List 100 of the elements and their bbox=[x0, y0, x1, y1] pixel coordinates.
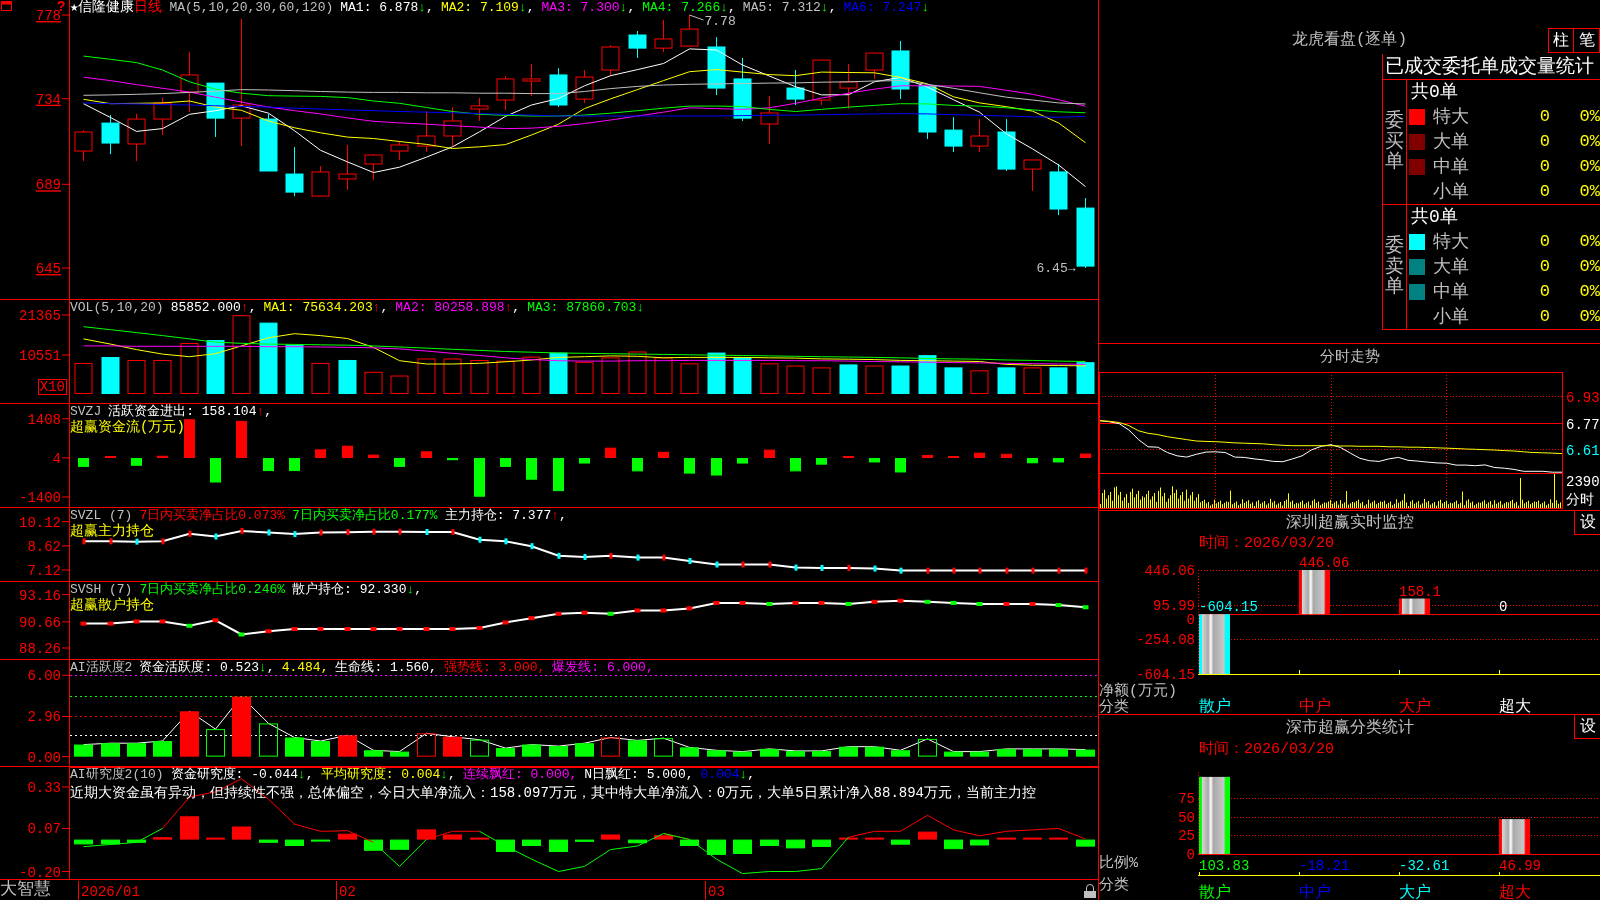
volume-scale-label: 2390 bbox=[1566, 474, 1600, 490]
order-size-label: 中单 bbox=[1432, 156, 1469, 177]
fund-flow-bar bbox=[1053, 458, 1064, 463]
order-share: 0% bbox=[1579, 156, 1600, 177]
order-count: 0 bbox=[1539, 256, 1550, 277]
view-mode-button[interactable]: 笔 bbox=[1574, 28, 1600, 53]
order-share: 0% bbox=[1579, 281, 1600, 302]
indicator-name: SVSH (7) bbox=[70, 582, 133, 597]
point-marker bbox=[952, 567, 956, 574]
research-bar bbox=[338, 833, 357, 840]
candlestick bbox=[1076, 197, 1095, 269]
trend-arrow: ↓, bbox=[619, 0, 636, 15]
indicator-value: MA1: 75634.203 bbox=[263, 300, 373, 315]
candlestick bbox=[891, 40, 910, 100]
trend-arrow: ↓, bbox=[820, 0, 837, 15]
category-bar bbox=[1199, 614, 1230, 674]
candlestick bbox=[417, 110, 436, 153]
order-total: 共0单 bbox=[1411, 207, 1458, 227]
point-marker bbox=[344, 627, 351, 632]
point-marker bbox=[873, 565, 877, 572]
research-bar bbox=[74, 839, 93, 845]
axis-label: 645 bbox=[35, 261, 61, 277]
window-icon[interactable] bbox=[1, 1, 12, 11]
research-bar bbox=[180, 816, 199, 840]
fund-flow-bar bbox=[289, 458, 300, 472]
point-marker bbox=[636, 554, 640, 561]
fund-flow-bar bbox=[236, 420, 247, 458]
fund-flow-bar bbox=[342, 445, 353, 458]
candlestick bbox=[180, 51, 199, 113]
group-label: 委卖单 bbox=[1385, 235, 1404, 299]
candlestick bbox=[311, 165, 330, 197]
fund-flow-bar bbox=[210, 458, 221, 483]
research-bar bbox=[575, 839, 594, 842]
candlestick bbox=[680, 14, 699, 47]
fund-flow-bar bbox=[78, 458, 89, 467]
point-marker bbox=[660, 608, 667, 613]
point-marker bbox=[370, 627, 377, 632]
category-bar bbox=[1399, 598, 1430, 615]
value-label: -32.61 bbox=[1399, 858, 1450, 874]
axis-label: 50 bbox=[1178, 809, 1195, 826]
research-bar bbox=[311, 839, 330, 842]
axis-title: 分类 bbox=[1099, 877, 1129, 894]
value-label: -604.15 bbox=[1199, 599, 1258, 616]
order-share: 0% bbox=[1579, 181, 1600, 202]
indicator-value: MA2: 80258.898 bbox=[395, 300, 505, 315]
axis-label: 21365 bbox=[19, 308, 61, 324]
point-marker bbox=[396, 627, 403, 632]
order-size-label: 中单 bbox=[1432, 281, 1469, 302]
trend-arrow: ↑, bbox=[240, 300, 257, 315]
price-annotation: 6.45→ bbox=[1036, 261, 1076, 276]
settings-button[interactable]: 设 bbox=[1574, 511, 1600, 535]
order-share: 0% bbox=[1579, 306, 1600, 327]
point-marker bbox=[741, 561, 745, 568]
point-marker bbox=[346, 529, 350, 536]
point-marker bbox=[425, 529, 429, 535]
indicator-value: 7日内买卖净占比0.177% bbox=[292, 508, 438, 523]
fund-flow-bar bbox=[764, 449, 775, 458]
point-marker bbox=[581, 610, 588, 615]
indicator-value: MA2: 7.109 bbox=[440, 0, 519, 15]
point-marker bbox=[186, 623, 193, 628]
trend-arrow: ↓, bbox=[259, 660, 275, 675]
point-marker bbox=[557, 552, 561, 559]
point-marker bbox=[766, 602, 773, 606]
value-label: 103.83 bbox=[1199, 858, 1250, 874]
axis-label: 8.62 bbox=[27, 538, 61, 555]
candlestick bbox=[1049, 163, 1068, 216]
lock-icon[interactable] bbox=[1084, 884, 1096, 898]
candlestick bbox=[259, 113, 278, 172]
view-mode-button[interactable]: 柱 bbox=[1548, 28, 1574, 53]
point-marker bbox=[109, 538, 113, 545]
axis-label: -604.15 bbox=[1136, 667, 1195, 683]
order-size-label: 特大 bbox=[1432, 106, 1469, 127]
axis-label: 4 bbox=[52, 450, 61, 467]
date-label: 03 bbox=[708, 884, 725, 900]
fund-flow-bar bbox=[421, 451, 432, 458]
order-size-label: 大单 bbox=[1432, 256, 1469, 277]
axis-label: 446.06 bbox=[1144, 563, 1195, 579]
candlestick bbox=[575, 69, 594, 104]
axis-label: 0 bbox=[1186, 611, 1195, 628]
candlestick bbox=[601, 44, 620, 77]
research-bar bbox=[601, 834, 620, 840]
candlestick bbox=[127, 113, 146, 162]
point-marker bbox=[607, 611, 614, 616]
candlestick bbox=[470, 97, 489, 122]
point-marker bbox=[847, 564, 851, 571]
research-bar bbox=[839, 837, 858, 840]
indicator-value: 资金研究度: -0.044 bbox=[170, 767, 299, 782]
research-bar bbox=[733, 839, 752, 854]
panel-title: 深市超赢分类统计 bbox=[1285, 718, 1414, 738]
fund-flow-bar bbox=[474, 458, 485, 497]
research-bar bbox=[417, 829, 436, 840]
settings-button[interactable]: 设 bbox=[1574, 715, 1600, 739]
point-marker bbox=[135, 538, 139, 545]
price-annotation: 7.78 bbox=[689, 14, 736, 30]
app-brand: 大智慧 bbox=[0, 880, 51, 900]
research-bar bbox=[786, 839, 805, 849]
axis-label: 95.99 bbox=[1153, 597, 1195, 614]
point-marker bbox=[662, 554, 666, 561]
trend-arrow: ↓, bbox=[739, 767, 756, 782]
research-bar bbox=[628, 839, 647, 844]
